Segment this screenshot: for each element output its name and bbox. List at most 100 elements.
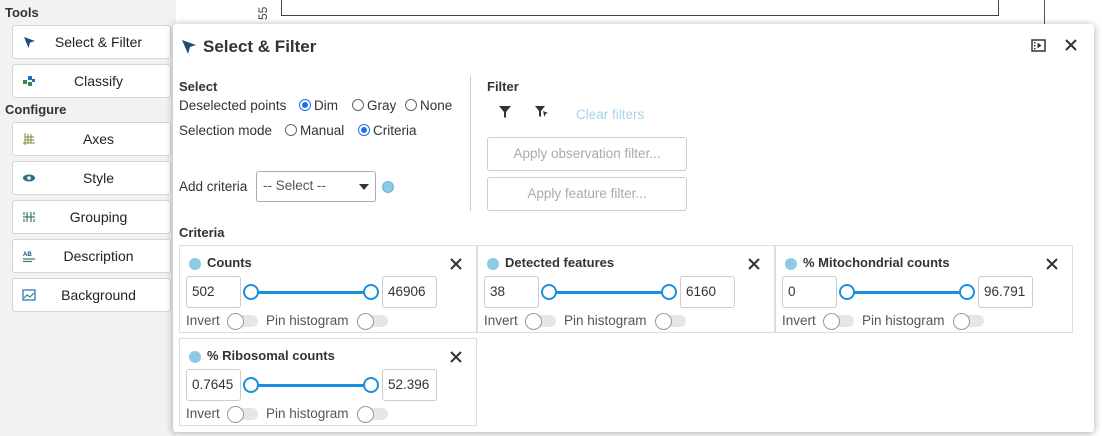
radio-dim-control[interactable] <box>299 99 311 111</box>
plot-frame <box>281 0 999 16</box>
selection-mode-label: Selection mode <box>179 123 273 138</box>
invert-label: Invert <box>186 313 220 328</box>
radio-manual[interactable]: Manual <box>285 123 344 138</box>
invert-toggle[interactable] <box>227 406 258 423</box>
range-max-handle[interactable] <box>363 377 379 393</box>
select-filter-button[interactable]: Select & Filter <box>12 25 171 59</box>
classify-label: Classify <box>73 73 123 89</box>
axis-tick-label: 55 <box>256 6 270 20</box>
close-icon[interactable] <box>1046 257 1058 273</box>
range-max-handle[interactable] <box>661 284 677 300</box>
axes-button[interactable]: Axes <box>12 122 171 156</box>
criteria-card-mitochondrial-counts: % Mitochondrial counts 0 96.791 Invert P… <box>775 245 1073 333</box>
close-icon[interactable] <box>748 257 760 273</box>
grouping-label: Grouping <box>69 209 128 225</box>
classify-icon <box>22 74 36 88</box>
max-input[interactable]: 52.396 <box>382 369 437 401</box>
filter-selection-icon[interactable] <box>535 105 549 122</box>
radio-criteria-label: Criteria <box>373 123 417 138</box>
pin-histogram-toggle[interactable] <box>655 313 686 330</box>
criteria-dot <box>189 351 201 363</box>
pin-histogram-label: Pin histogram <box>564 313 647 328</box>
eye-icon <box>22 171 36 185</box>
criteria-dot <box>785 258 797 270</box>
close-icon[interactable] <box>450 350 462 366</box>
filter-icon[interactable] <box>499 106 511 122</box>
min-input[interactable]: 38 <box>484 276 539 308</box>
description-label: Description <box>63 248 134 264</box>
deselected-points-label: Deselected points <box>179 98 287 113</box>
criteria-heading: Criteria <box>179 225 225 240</box>
invert-toggle[interactable] <box>227 313 258 330</box>
pin-histogram-toggle[interactable] <box>357 406 388 423</box>
invert-toggle[interactable] <box>525 313 556 330</box>
radio-criteria-control[interactable] <box>358 124 370 136</box>
dialog-title-text: Select & Filter <box>203 37 317 56</box>
range-track <box>846 291 968 294</box>
style-label: Style <box>82 170 115 186</box>
description-icon: AB <box>22 249 36 263</box>
range-min-handle[interactable] <box>243 284 259 300</box>
configure-heading: Configure <box>5 102 67 117</box>
criteria-title: % Mitochondrial counts <box>803 255 950 270</box>
radio-manual-control[interactable] <box>285 124 297 136</box>
range-min-handle[interactable] <box>243 377 259 393</box>
criteria-title: Counts <box>207 255 252 270</box>
criteria-card-ribosomal-counts: % Ribosomal counts 0.7645 52.396 Invert … <box>179 338 477 426</box>
select-heading: Select <box>179 79 218 94</box>
axes-label: Axes <box>82 131 115 147</box>
radio-gray-control[interactable] <box>352 99 364 111</box>
range-min-handle[interactable] <box>541 284 557 300</box>
criteria-dot <box>487 258 499 270</box>
radio-none-label: None <box>420 98 453 113</box>
radio-criteria[interactable]: Criteria <box>358 123 417 138</box>
chevron-down-icon <box>359 184 369 190</box>
filter-heading: Filter <box>487 79 519 94</box>
min-input[interactable]: 502 <box>186 276 241 308</box>
cursor-arrow-icon <box>22 35 36 49</box>
grouping-button[interactable]: Grouping <box>12 200 171 234</box>
apply-observation-filter-button[interactable]: Apply observation filter... <box>487 137 687 171</box>
invert-toggle[interactable] <box>823 313 854 330</box>
radio-none-control[interactable] <box>405 99 417 111</box>
criteria-title: Detected features <box>505 255 615 270</box>
close-icon[interactable] <box>450 257 462 273</box>
description-button[interactable]: AB Description <box>12 239 171 273</box>
background-button[interactable]: Background <box>12 278 171 312</box>
style-button[interactable]: Style <box>12 161 171 195</box>
max-input[interactable]: 6160 <box>680 276 735 308</box>
classify-button[interactable]: Classify <box>12 64 171 98</box>
range-track <box>548 291 670 294</box>
add-criteria-select[interactable]: -- Select -- <box>256 171 376 202</box>
radio-manual-label: Manual <box>300 123 345 138</box>
max-input[interactable]: 96.791 <box>978 276 1033 308</box>
axes-grid-icon <box>22 132 36 146</box>
criteria-dot <box>189 258 201 270</box>
invert-label: Invert <box>186 406 220 421</box>
apply-feature-filter-button[interactable]: Apply feature filter... <box>487 177 687 211</box>
min-input[interactable]: 0 <box>782 276 837 308</box>
radio-gray[interactable]: Gray <box>352 98 396 113</box>
radio-dim[interactable]: Dim <box>299 98 338 113</box>
range-max-handle[interactable] <box>363 284 379 300</box>
grouping-icon <box>22 210 36 224</box>
range-max-handle[interactable] <box>959 284 975 300</box>
close-icon[interactable] <box>1064 38 1078 55</box>
pin-histogram-toggle[interactable] <box>357 313 388 330</box>
min-input[interactable]: 0.7645 <box>186 369 241 401</box>
section-divider <box>470 76 471 211</box>
range-min-handle[interactable] <box>839 284 855 300</box>
pin-histogram-toggle[interactable] <box>953 313 984 330</box>
pin-histogram-label: Pin histogram <box>862 313 945 328</box>
cursor-arrow-icon <box>181 39 197 55</box>
pin-histogram-label: Pin histogram <box>266 406 349 421</box>
clear-filters-link[interactable]: Clear filters <box>576 107 644 122</box>
max-input[interactable]: 46906 <box>382 276 437 308</box>
video-icon[interactable] <box>1031 38 1046 55</box>
add-criteria-value: -- Select -- <box>263 178 327 193</box>
criteria-status-dot <box>382 181 394 193</box>
select-filter-label: Select & Filter <box>54 34 143 50</box>
background-label: Background <box>61 287 136 303</box>
criteria-card-counts: Counts 502 46906 Invert Pin histogram <box>179 245 477 333</box>
radio-none[interactable]: None <box>405 98 452 113</box>
